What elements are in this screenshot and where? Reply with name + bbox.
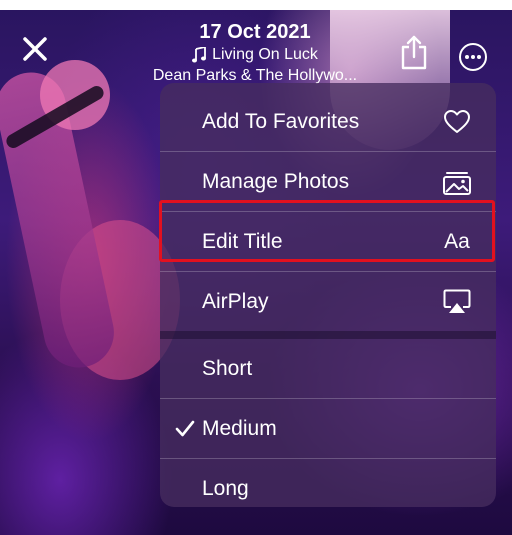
menu-item-label: Long: [202, 476, 249, 500]
share-button[interactable]: [396, 32, 432, 72]
share-icon: [401, 35, 427, 70]
menu-item-label: Medium: [202, 416, 277, 440]
memory-header-info: 17 Oct 2021 Living On Luck Dean Parks & …: [120, 20, 390, 86]
background-photo-microphone: [3, 83, 107, 151]
menu-item-add-to-favorites[interactable]: Add To Favorites: [160, 92, 496, 151]
airplay-icon: [442, 287, 472, 317]
song-title: Living On Luck: [212, 46, 318, 63]
music-note-icon: [192, 46, 207, 62]
menu-item-duration-long[interactable]: Long: [160, 459, 496, 507]
close-icon: [23, 37, 47, 61]
song-info: Living On Luck: [120, 44, 390, 65]
more-options-button[interactable]: [456, 40, 490, 74]
memory-date: 17 Oct 2021: [199, 21, 311, 43]
checkmark-icon: [174, 418, 196, 440]
menu-item-label: AirPlay: [202, 289, 269, 313]
text-format-icon: Aa: [444, 229, 470, 253]
menu-item-label: Add To Favorites: [202, 109, 360, 133]
background-photo-arm: [0, 66, 121, 374]
menu-item-label: Short: [202, 356, 253, 380]
menu-item-duration-medium[interactable]: Medium: [160, 399, 496, 458]
ellipsis-circle-icon: [459, 43, 487, 71]
menu-item-label: Edit Title: [202, 229, 283, 253]
close-button[interactable]: [18, 32, 52, 66]
heart-icon: [442, 107, 472, 137]
menu-item-airplay[interactable]: AirPlay: [160, 272, 496, 331]
menu-item-duration-short[interactable]: Short: [160, 339, 496, 398]
menu-group-separator: [160, 331, 496, 339]
menu-item-edit-title[interactable]: Edit Title Aa: [160, 212, 496, 271]
photos-icon: [442, 167, 472, 197]
menu-item-manage-photos[interactable]: Manage Photos: [160, 152, 496, 211]
context-menu: Add To Favorites Manage Photos Edit Titl…: [160, 83, 496, 507]
background-photo-hand: [40, 60, 110, 130]
menu-item-label: Manage Photos: [202, 169, 350, 193]
